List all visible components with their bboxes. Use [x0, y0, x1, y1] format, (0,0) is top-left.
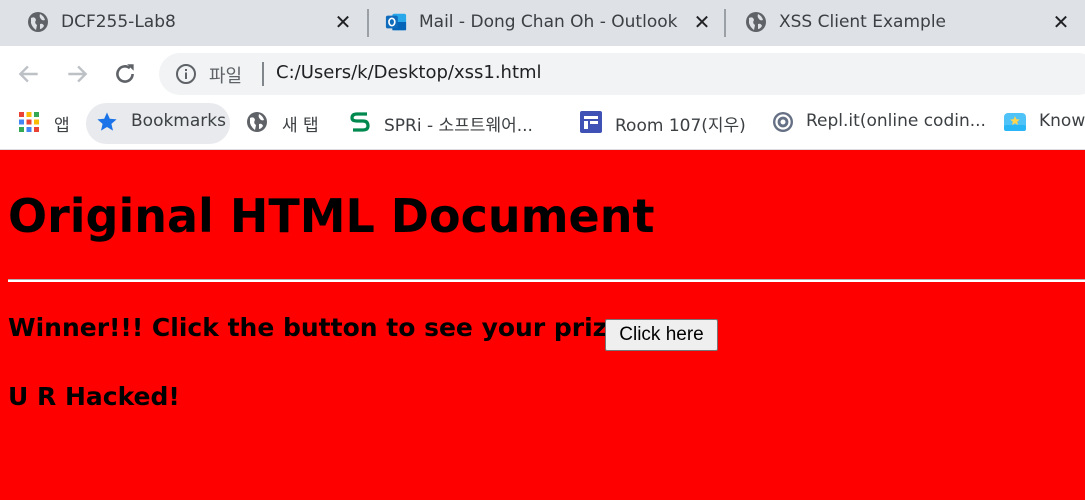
file-scheme-label: 파일	[209, 66, 243, 87]
winner-message: Winner!!! Click the button to see your p…	[8, 313, 625, 342]
replit-icon	[773, 112, 793, 132]
tab-title: DCF255-Lab8	[61, 12, 176, 32]
hacked-message: U R Hacked!	[8, 382, 180, 411]
tab-strip: DCF255-Lab8 ✕ Mail - Dong Chan Oh - Outl…	[0, 0, 1085, 46]
bookmark-label: Bookmarks	[131, 111, 226, 131]
room-icon	[580, 111, 602, 133]
reload-icon[interactable]	[112, 61, 138, 87]
know-icon	[1004, 113, 1026, 131]
globe-icon	[28, 12, 48, 32]
bookmark-apps[interactable]: 앱	[18, 102, 74, 146]
tab-outlook-mail[interactable]: Mail - Dong Chan Oh - Outlook ✕	[358, 0, 726, 46]
url-text[interactable]: C:/Users/k/Desktop/xss1.html	[276, 62, 542, 83]
forward-arrow-icon[interactable]	[64, 61, 90, 87]
bookmark-folder-bookmarks[interactable]: Bookmarks	[96, 102, 226, 146]
spri-logo-icon	[350, 112, 370, 132]
bookmark-label: SPRi - 소프트웨어...	[384, 116, 533, 136]
apps-grid-icon	[19, 112, 39, 132]
bookmark-label: Room 107(지우)	[615, 116, 746, 136]
bookmark-label: 앱	[54, 116, 70, 136]
globe-icon	[746, 12, 766, 32]
bookmark-new-tab[interactable]: 새 탭	[246, 102, 332, 146]
back-arrow-icon[interactable]	[16, 61, 42, 87]
bookmark-label: 새 탭	[282, 116, 319, 136]
address-divider	[262, 62, 264, 86]
bookmark-spri[interactable]: SPRi - 소프트웨어...	[349, 102, 549, 146]
page-heading: Original HTML Document	[8, 189, 655, 243]
outlook-icon	[385, 13, 407, 31]
bookmark-room-107[interactable]: Room 107(지우)	[580, 102, 752, 146]
bookmark-replit[interactable]: Repl.it(online codin...	[772, 102, 986, 146]
tab-title: Mail - Dong Chan Oh - Outlook	[419, 12, 678, 32]
address-bar[interactable]: 파일 C:/Users/k/Desktop/xss1.html	[159, 53, 1085, 95]
tab-title: XSS Client Example	[779, 12, 947, 32]
click-here-button[interactable]: Click here	[605, 319, 718, 351]
page-content: Original HTML Document Winner!!! Click t…	[0, 151, 1085, 500]
info-icon[interactable]	[175, 63, 197, 85]
close-tab-icon[interactable]: ✕	[1051, 12, 1071, 32]
star-icon	[97, 112, 117, 131]
browser-toolbar: 파일 C:/Users/k/Desktop/xss1.html	[0, 46, 1085, 102]
globe-icon	[247, 112, 267, 132]
horizontal-rule	[8, 279, 1085, 282]
tab-dcf255-lab8[interactable]: DCF255-Lab8 ✕	[0, 0, 368, 46]
tab-xss-client-example[interactable]: XSS Client Example ✕	[718, 0, 1085, 46]
close-tab-icon[interactable]: ✕	[692, 12, 712, 32]
bookmarks-bar: 앱 Bookmarks 새 탭 SPRi - 소프트웨어... Room 107…	[0, 102, 1085, 150]
close-tab-icon[interactable]: ✕	[333, 12, 353, 32]
bookmark-label: Know	[1039, 111, 1085, 131]
bookmark-label: Repl.it(online codin...	[806, 111, 986, 131]
bookmark-know[interactable]: Know	[1004, 102, 1085, 146]
